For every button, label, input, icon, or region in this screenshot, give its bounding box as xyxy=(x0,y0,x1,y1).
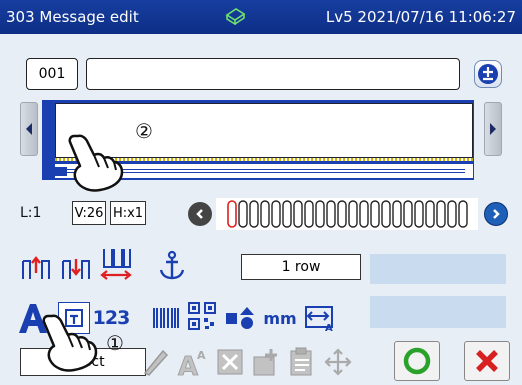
logo-graphic-button[interactable] xyxy=(224,302,260,334)
chevron-left-icon xyxy=(196,209,203,219)
character-prev-button[interactable] xyxy=(188,202,212,226)
insert-line-above-icon xyxy=(22,256,50,279)
pen-icon xyxy=(143,349,169,376)
title-bar: 303 Message edit Lv5 2021/07/16 11:06:27 xyxy=(0,0,522,34)
cancel-button[interactable] xyxy=(464,341,510,381)
level-datetime-status: Lv5 2021/07/16 11:06:27 xyxy=(325,8,516,26)
circle-ok-icon xyxy=(403,347,431,375)
triangle-left-icon xyxy=(26,123,32,135)
barcode-icon xyxy=(153,308,179,328)
anchor-icon xyxy=(159,250,185,280)
tap-hand-pointer-icon xyxy=(68,134,124,192)
anchor-button[interactable] xyxy=(156,250,188,282)
insert-line-below-button[interactable] xyxy=(60,252,92,284)
svg-text:A: A xyxy=(325,323,333,333)
line-indicator: L:1 xyxy=(20,205,42,221)
line-spacing-icon xyxy=(100,249,132,280)
callout-two: ② xyxy=(135,119,153,143)
callout-one: ① xyxy=(106,331,124,355)
character-cells[interactable] xyxy=(216,198,478,230)
message-edit-screen: 303 Message edit Lv5 2021/07/16 11:06:27… xyxy=(0,0,522,385)
clipboard-icon xyxy=(290,347,312,376)
scroll-left-button[interactable] xyxy=(20,102,38,156)
character-cell-slots xyxy=(227,200,468,228)
graphic-shapes-icon xyxy=(226,307,254,329)
row-count-field[interactable]: 1 row xyxy=(241,254,361,280)
width-arrows-icon: A xyxy=(305,306,333,333)
plus-minus-button[interactable] xyxy=(474,60,502,88)
delete-box-icon xyxy=(217,349,243,375)
barcode-button[interactable] xyxy=(150,302,182,334)
character-next-button[interactable] xyxy=(484,202,508,226)
delete-item-button[interactable] xyxy=(214,346,246,378)
insert-line-above-button[interactable] xyxy=(20,252,52,284)
plus-minus-icon xyxy=(478,64,498,84)
info-panel-top xyxy=(370,254,506,284)
move-button[interactable] xyxy=(322,346,354,378)
enlarge-letter-icon: AA xyxy=(178,349,206,377)
chevron-right-icon xyxy=(493,209,500,219)
move-arrows-icon xyxy=(324,348,352,376)
tap-hand-pointer-icon xyxy=(42,314,98,372)
message-name-field[interactable] xyxy=(86,58,460,90)
dimension-mm-button[interactable]: mm xyxy=(262,302,298,334)
insert-line-below-icon xyxy=(62,259,90,279)
vertical-size-field[interactable]: V:26 xyxy=(72,201,106,225)
svg-text:A: A xyxy=(197,349,206,362)
triangle-right-icon xyxy=(490,123,496,135)
edit-pen-button[interactable] xyxy=(140,346,172,378)
char-width-button[interactable]: A xyxy=(304,302,336,334)
mm-unit-icon: mm xyxy=(263,308,297,328)
line-spacing-button[interactable] xyxy=(100,248,132,280)
character-size-button[interactable]: AA xyxy=(176,346,208,378)
ok-button[interactable] xyxy=(394,341,440,381)
info-panel-bottom xyxy=(370,296,506,328)
add-box-icon xyxy=(253,349,277,376)
cross-cancel-icon xyxy=(476,350,498,372)
horizontal-size-field[interactable]: H:x1 xyxy=(110,201,146,225)
screen-title: 303 Message edit xyxy=(6,8,139,26)
scroll-right-button[interactable] xyxy=(484,102,502,156)
qr-code-icon xyxy=(188,302,216,330)
message-number-field[interactable]: 001 xyxy=(26,58,78,90)
2d-code-button[interactable] xyxy=(186,300,218,332)
paste-button[interactable] xyxy=(286,346,318,378)
ink-cartridge-icon xyxy=(225,8,246,25)
add-item-button[interactable] xyxy=(250,346,282,378)
svg-text:A: A xyxy=(178,352,198,377)
